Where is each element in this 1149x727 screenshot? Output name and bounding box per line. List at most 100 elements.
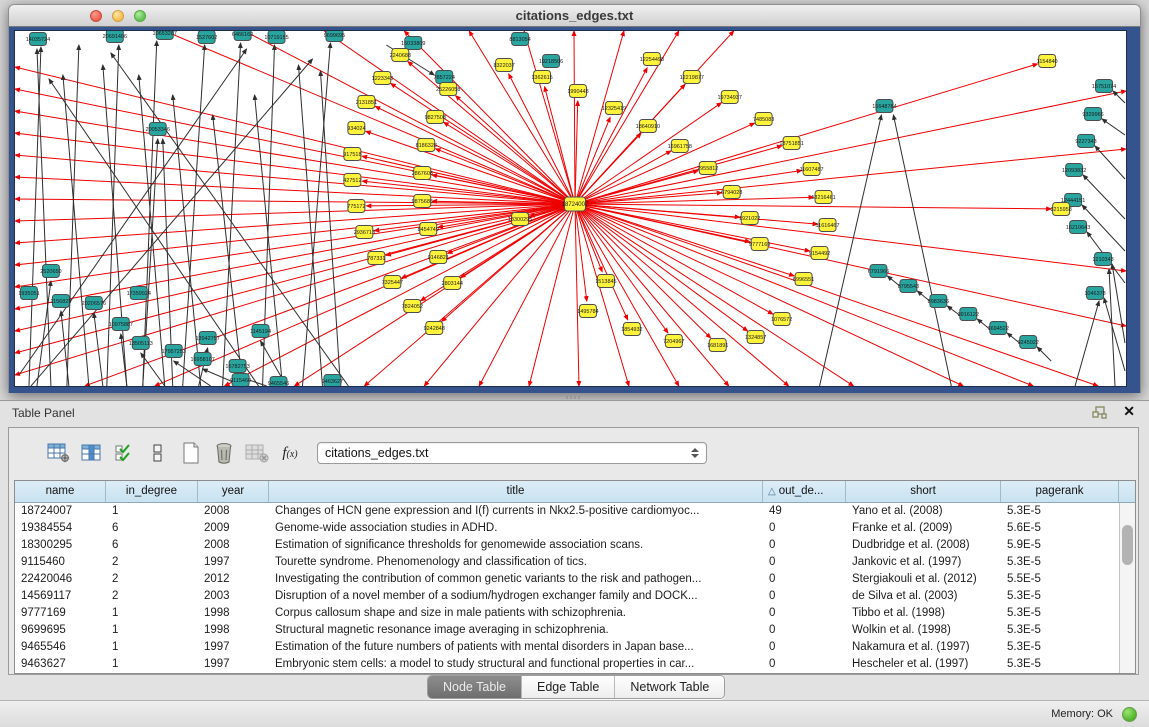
network-node[interactable]: 1046378: [1084, 287, 1105, 300]
network-node[interactable]: 8996551: [793, 273, 814, 286]
network-node[interactable]: 1324857: [745, 331, 766, 344]
network-node[interactable]: 7325447: [382, 276, 403, 289]
network-node[interactable]: 2520650: [40, 265, 61, 278]
network-node[interactable]: 1935051: [18, 287, 39, 300]
column-header[interactable]: in_degree: [106, 481, 198, 502]
network-node[interactable]: 7824052: [402, 300, 423, 313]
network-node[interactable]: 6794028: [721, 186, 742, 199]
network-window-titlebar[interactable]: citations_edges.txt: [8, 4, 1141, 27]
network-node[interactable]: 16033809: [401, 37, 425, 50]
network-node[interactable]: 18724007: [562, 197, 589, 211]
network-node[interactable]: 18751851: [779, 137, 803, 150]
select-all-icon[interactable]: [111, 440, 139, 466]
tab-network-table[interactable]: Network Table: [614, 676, 724, 698]
network-node[interactable]: 16210643: [1066, 221, 1090, 234]
network-node[interactable]: 16961758: [668, 140, 692, 153]
network-node[interactable]: 7485083: [753, 113, 774, 126]
network-node[interactable]: 9827508: [425, 111, 446, 124]
network-node[interactable]: 13942757: [195, 332, 219, 345]
network-node[interactable]: 2803144: [442, 277, 463, 290]
network-node[interactable]: 2867608: [412, 167, 433, 180]
column-header[interactable]: short: [846, 481, 1001, 502]
network-node[interactable]: 1681891: [707, 339, 728, 352]
column-header[interactable]: △out_de...: [763, 481, 846, 502]
column-header[interactable]: name: [15, 481, 106, 502]
network-node[interactable]: 9875685: [412, 195, 433, 208]
network-node[interactable]: 9463627: [322, 375, 343, 387]
network-node[interactable]: 7857224: [434, 71, 455, 84]
network-node[interactable]: 13505113: [129, 337, 153, 350]
network-node[interactable]: 8186328: [416, 139, 437, 152]
network-node[interactable]: 1495784: [577, 305, 598, 318]
column-header[interactable]: year: [198, 481, 269, 502]
table-row[interactable]: 1938455462009Genome-wide association stu…: [15, 520, 1135, 537]
network-node[interactable]: 1990448: [567, 85, 588, 98]
unselect-all-icon[interactable]: [144, 440, 172, 466]
table-row[interactable]: 946362711997Embryonic stem cells: a mode…: [15, 656, 1135, 673]
network-node[interactable]: 1694522: [988, 322, 1009, 335]
network-node[interactable]: 19218506: [539, 55, 563, 68]
network-node[interactable]: 9146821: [428, 251, 449, 264]
network-node[interactable]: 787331: [367, 252, 385, 265]
network-node[interactable]: 1921022: [739, 212, 760, 225]
network-node[interactable]: 9242848: [424, 322, 445, 335]
network-node[interactable]: 12325419: [602, 102, 626, 115]
tab-edge-table[interactable]: Edge Table: [521, 676, 614, 698]
network-node[interactable]: 1513845: [595, 275, 616, 288]
network-node[interactable]: 9465546: [268, 377, 289, 387]
network-node[interactable]: 1223343: [372, 72, 393, 85]
new-attribute-icon[interactable]: [177, 440, 205, 466]
network-node[interactable]: 10719155: [264, 31, 288, 44]
float-panel-icon[interactable]: [1092, 406, 1107, 419]
zoom-button[interactable]: [134, 10, 146, 22]
network-node[interactable]: 8322037: [493, 59, 514, 72]
table-row[interactable]: 1456911722003Disruption of a novel membe…: [15, 588, 1135, 605]
network-node[interactable]: 8215958: [1050, 203, 1071, 216]
minimize-button[interactable]: [112, 10, 124, 22]
table-row[interactable]: 1830029562008Estimation of significance …: [15, 537, 1135, 554]
network-node[interactable]: 13216461: [811, 191, 835, 204]
column-header[interactable]: title: [269, 481, 763, 502]
network-node[interactable]: 6791966: [868, 265, 889, 278]
network-node[interactable]: 10653287: [153, 31, 177, 40]
network-node[interactable]: 9329966: [1082, 108, 1103, 121]
column-header[interactable]: pagerank: [1001, 481, 1119, 502]
network-node[interactable]: 20691406: [103, 31, 127, 43]
network-node[interactable]: 8983636: [928, 295, 949, 308]
vertical-scrollbar[interactable]: [1119, 503, 1135, 673]
delete-attribute-icon[interactable]: [210, 440, 238, 466]
table-row[interactable]: 946554611997Estimation of the future num…: [15, 639, 1135, 656]
network-node[interactable]: 18640910: [636, 120, 660, 133]
network-node[interactable]: 6466160: [232, 31, 253, 41]
network-node[interactable]: 2936713: [354, 226, 375, 239]
tab-node-table[interactable]: Node Table: [428, 676, 521, 698]
network-node[interactable]: 917518: [343, 148, 361, 161]
network-node[interactable]: 16782753: [225, 360, 249, 373]
close-panel-icon[interactable]: ✕: [1123, 403, 1135, 420]
network-canvas[interactable]: 14035724 20691406 10653287 1527602 6466160 10…: [14, 30, 1127, 387]
network-node[interactable]: 9245022: [1018, 336, 1039, 349]
table-browser-icon[interactable]: [78, 440, 106, 466]
network-node[interactable]: 9227343: [1075, 135, 1096, 148]
network-node[interactable]: 20053346: [146, 123, 170, 136]
network-node[interactable]: 1527602: [196, 31, 217, 44]
network-node[interactable]: 8454749: [418, 223, 439, 236]
network-node[interactable]: 1145194: [250, 325, 271, 338]
network-node[interactable]: 17957253: [162, 345, 186, 358]
network-node[interactable]: 1156829: [50, 295, 71, 308]
network-node[interactable]: 9699695: [324, 31, 345, 42]
network-node[interactable]: 20206576: [82, 297, 106, 310]
network-node[interactable]: 1154840: [1037, 55, 1058, 68]
network-node[interactable]: 1362615: [531, 71, 552, 84]
table-settings-icon[interactable]: [45, 440, 73, 466]
network-node[interactable]: 12093832: [1062, 164, 1086, 177]
network-node[interactable]: 16958107: [190, 353, 214, 366]
table-row[interactable]: 2242004622012Investigating the contribut…: [15, 571, 1135, 588]
network-node[interactable]: 14035724: [26, 33, 50, 46]
network-node[interactable]: 19734937: [718, 91, 742, 104]
network-node[interactable]: 18300295: [508, 213, 532, 226]
table-row[interactable]: 969969511998Structural magnetic resonanc…: [15, 622, 1135, 639]
network-node[interactable]: 9777169: [749, 238, 770, 251]
table-row[interactable]: 977716911998Corpus callosum shape and si…: [15, 605, 1135, 622]
network-node[interactable]: 8795543: [898, 280, 919, 293]
